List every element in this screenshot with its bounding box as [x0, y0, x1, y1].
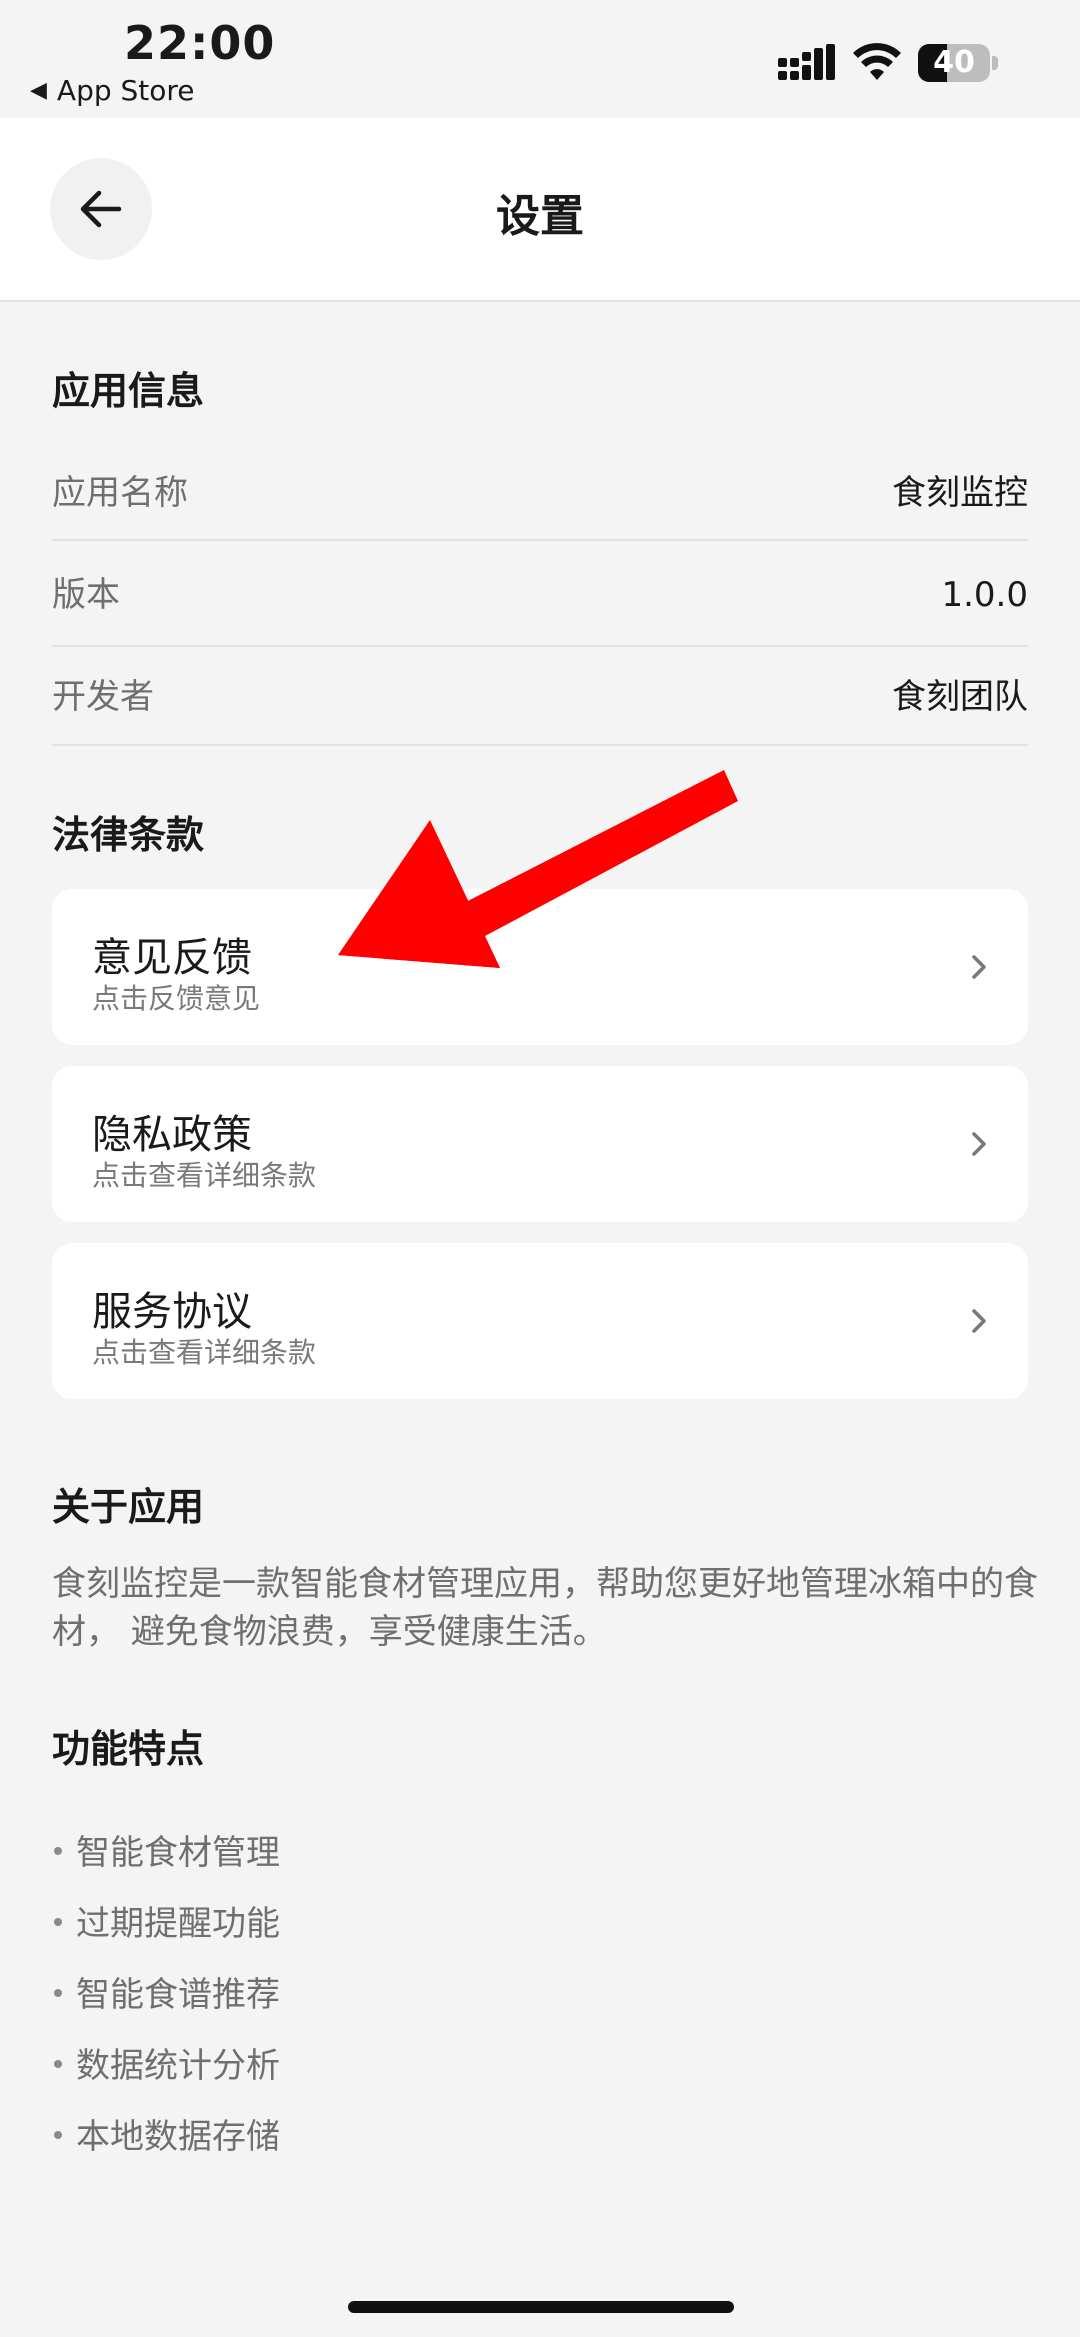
feature-label: 本地数据存储	[76, 2117, 280, 2157]
page-title: 设置	[496, 191, 584, 242]
feature-item: 数据统计分析	[52, 2038, 280, 2087]
card-title: 意见反馈	[92, 935, 252, 981]
info-row-developer: 开发者 食刻团队	[52, 647, 1028, 747]
privacy-policy-card[interactable]: 隐私政策 点击查看详细条款	[52, 1066, 1028, 1222]
bullet-icon	[54, 2059, 62, 2068]
wifi-icon	[853, 43, 901, 80]
feature-label: 智能食材管理	[76, 1833, 280, 1873]
info-label: 版本	[52, 575, 120, 615]
divider	[52, 539, 1028, 541]
info-value: 1.0.0	[941, 575, 1028, 615]
page-header: 设置	[0, 118, 1080, 302]
bullet-icon	[54, 1988, 62, 1997]
features-section-title: 功能特点	[52, 1727, 205, 1771]
feature-label: 数据统计分析	[76, 2046, 280, 2086]
info-label: 开发者	[52, 677, 154, 717]
cellular-signal-icon	[778, 44, 835, 80]
feature-item: 过期提醒功能	[52, 1896, 280, 1945]
battery-icon: 40	[918, 44, 998, 82]
about-text: 食刻监控是一款智能食材管理应用，帮助您更好地管理冰箱中的食材， 避免食物浪费，享…	[52, 1564, 1038, 1652]
about-section-title: 关于应用	[52, 1485, 205, 1529]
back-app-label: App Store	[56, 74, 195, 107]
feature-item: 本地数据存储	[52, 2109, 280, 2158]
card-title: 服务协议	[92, 1289, 252, 1335]
status-bar: 22:00 ◀ App Store 40	[0, 0, 1080, 118]
card-subtitle: 点击查看详细条款	[92, 1336, 317, 1369]
info-label: 应用名称	[52, 473, 188, 513]
feature-label: 过期提醒功能	[76, 1904, 280, 1944]
chevron-right-icon	[972, 1309, 986, 1333]
feedback-card[interactable]: 意见反馈 点击反馈意见	[52, 889, 1028, 1045]
status-time: 22:00	[124, 16, 276, 70]
feature-item: 智能食谱推荐	[52, 1967, 280, 2016]
chevron-right-icon	[972, 955, 986, 979]
feature-item: 智能食材管理	[52, 1825, 280, 1874]
info-value: 食刻监控	[892, 473, 1028, 513]
bullet-icon	[54, 1917, 62, 1926]
card-subtitle: 点击查看详细条款	[92, 1159, 317, 1192]
info-row-version: 版本 1.0.0	[52, 545, 1028, 645]
bullet-icon	[54, 2130, 62, 2139]
card-title: 隐私政策	[92, 1112, 252, 1158]
service-agreement-card[interactable]: 服务协议 点击查看详细条款	[52, 1243, 1028, 1399]
bullet-icon	[54, 1846, 62, 1855]
back-to-app-store-link[interactable]: ◀ App Store	[30, 74, 195, 107]
home-indicator[interactable]	[348, 2301, 734, 2313]
battery-level: 40	[933, 45, 975, 80]
divider	[52, 744, 1028, 746]
info-value: 食刻团队	[892, 677, 1028, 717]
legal-section-title: 法律条款	[52, 813, 205, 857]
feature-label: 智能食谱推荐	[76, 1975, 280, 2015]
chevron-right-icon	[972, 1132, 986, 1156]
card-subtitle: 点击反馈意见	[92, 982, 261, 1015]
back-triangle-icon: ◀	[30, 78, 47, 103]
app-info-section-title: 应用信息	[52, 369, 205, 413]
info-row-app-name: 应用名称 食刻监控	[52, 443, 1028, 543]
